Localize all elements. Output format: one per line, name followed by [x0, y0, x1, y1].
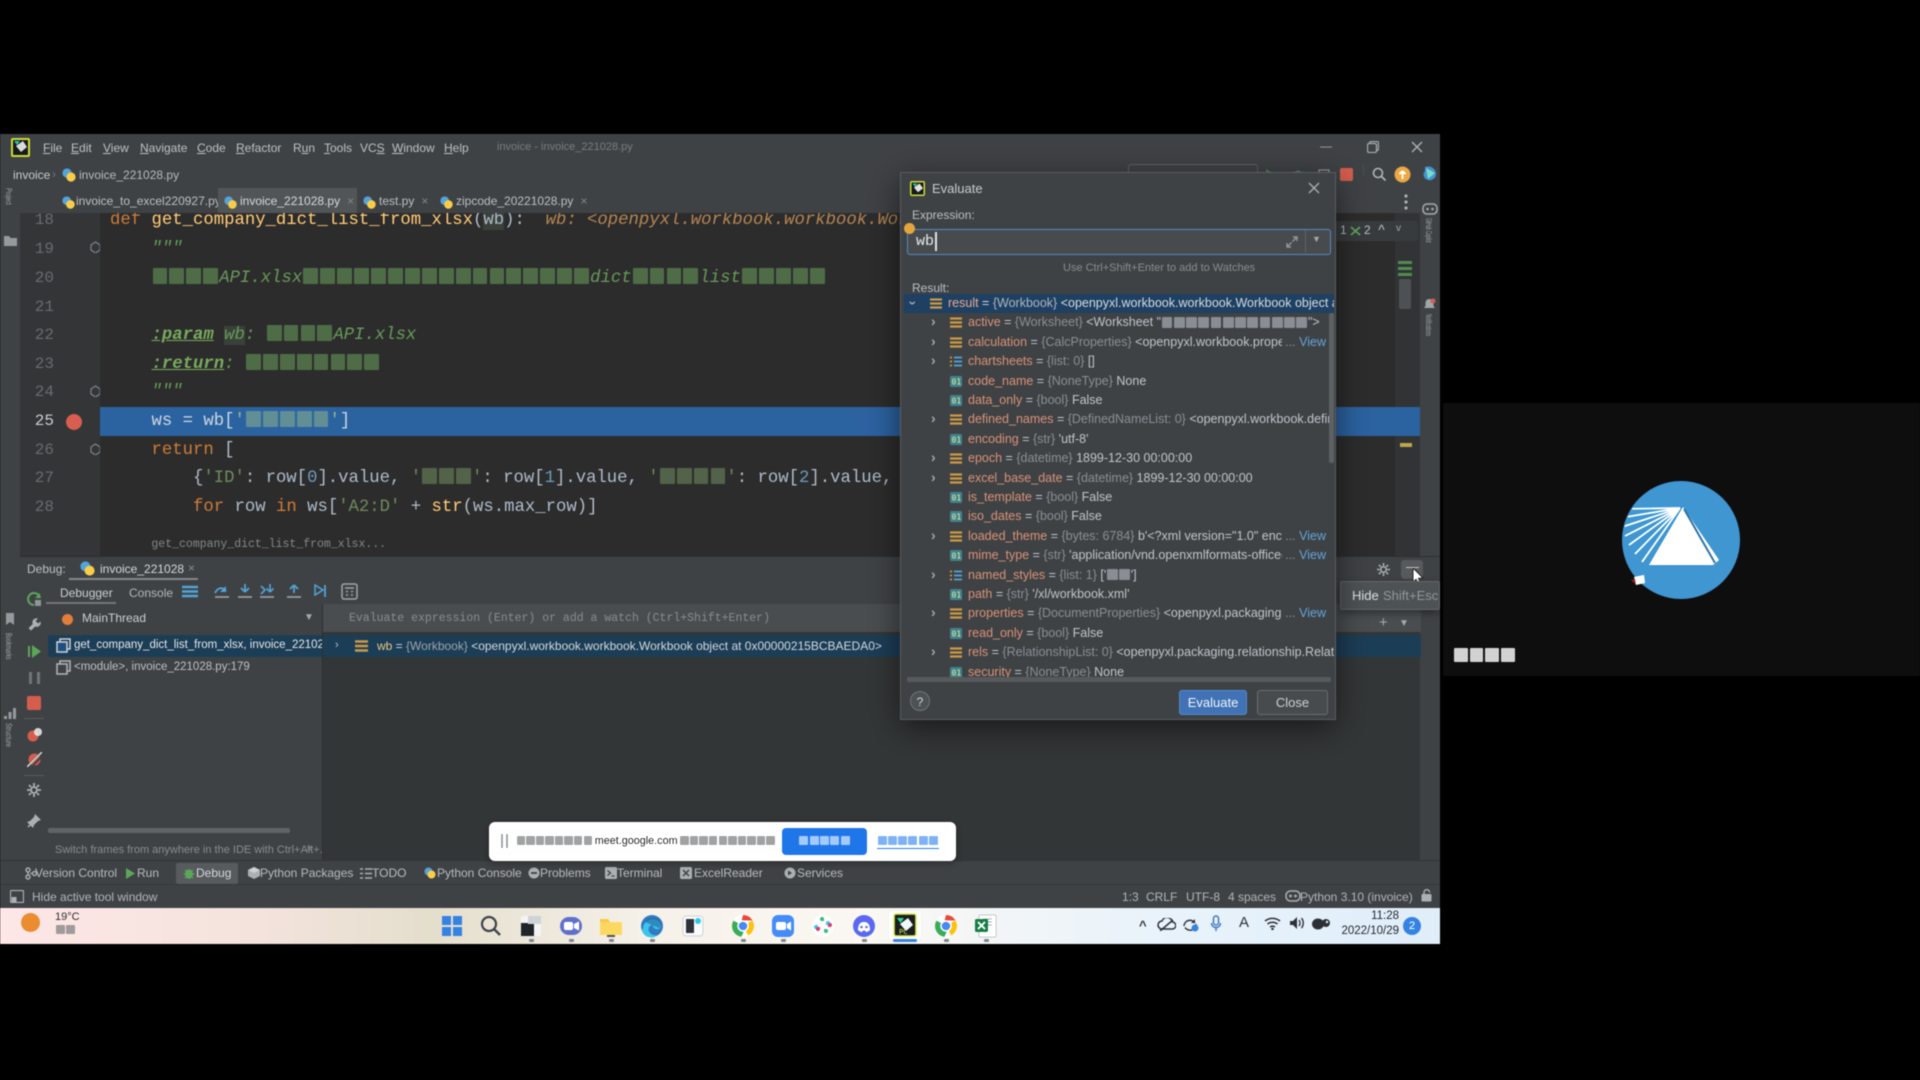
svg-text:01: 01 [952, 397, 962, 406]
svg-text:01: 01 [952, 552, 962, 561]
svg-text:01: 01 [952, 629, 962, 638]
svg-text:01: 01 [952, 591, 962, 600]
svg-text:01: 01 [952, 513, 962, 522]
svg-text:01: 01 [952, 377, 962, 386]
svg-text:01: 01 [952, 435, 962, 444]
svg-text:01: 01 [952, 494, 962, 503]
svg-text:01: 01 [952, 668, 962, 677]
svg-text:PC: PC [899, 928, 907, 936]
